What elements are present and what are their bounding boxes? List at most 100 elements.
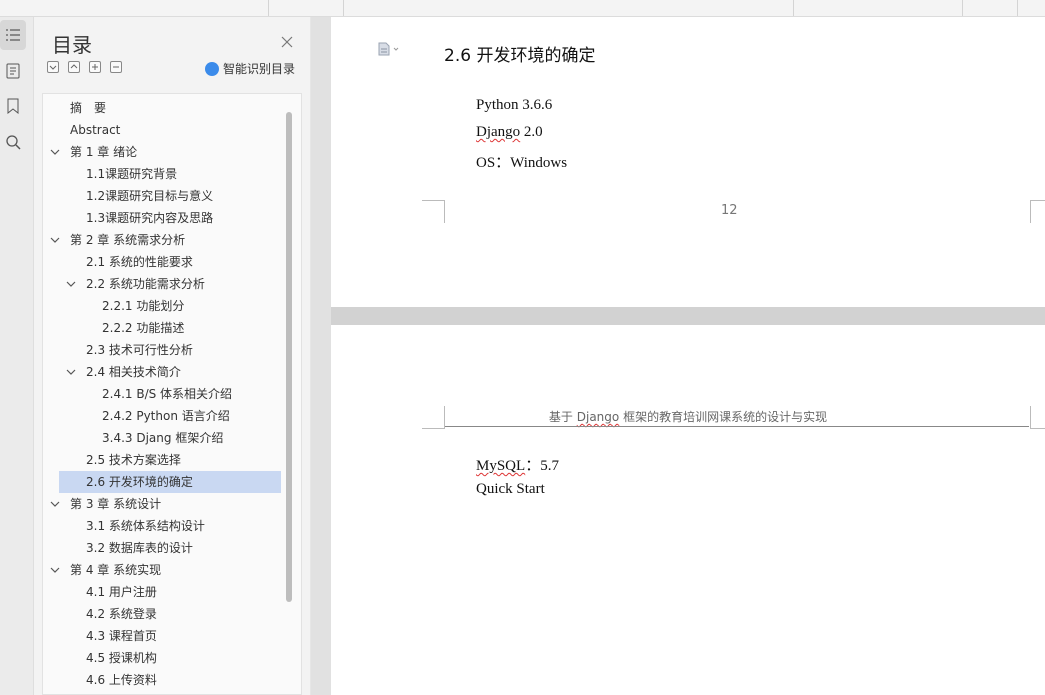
spelling-underline: Django [576, 410, 620, 424]
side-rail [0, 17, 34, 695]
toc-item-label: 1.3课题研究内容及思路 [86, 211, 214, 225]
section-heading: 2.6 开发环境的确定 [444, 46, 596, 66]
toc-item[interactable]: 4.1 用户注册 [43, 581, 281, 603]
toc-item-label: 4.5 授课机构 [86, 651, 157, 665]
toc-item[interactable]: 4.2 系统登录 [43, 603, 281, 625]
toc-item[interactable]: 第 3 章 系统设计 [43, 493, 281, 515]
toc-item[interactable]: 2.4.1 B/S 体系相关介绍 [43, 383, 281, 405]
toc-panel: 目录 智能识别目录 4.7 公开课 4.6 上传资料 4.5 授课机构 4.3 课程首… [34, 17, 310, 695]
toc-scrollbar[interactable] [283, 94, 295, 694]
toc-tools [47, 61, 122, 75]
page-icon [6, 63, 20, 79]
toc-item[interactable]: 4.3 课程首页 [43, 625, 281, 647]
chevron-down-icon [49, 65, 57, 70]
toc-item[interactable]: 1.2课题研究目标与意义 [43, 185, 281, 207]
collapse-all-button[interactable] [68, 61, 80, 73]
paragraph-menu-button[interactable] [377, 41, 403, 60]
corner-mark [422, 200, 445, 223]
toc-item[interactable]: 2.5 技术方案选择 [43, 449, 281, 471]
toc-item[interactable]: 2.2 系统功能需求分析 [43, 273, 281, 295]
page-number: 12 [721, 203, 738, 218]
toc-item[interactable]: 摘 要 [43, 97, 281, 119]
panel-title: 目录 [52, 33, 92, 57]
toc-item[interactable]: 2.1 系统的性能要求 [43, 251, 281, 273]
smart-recognize-button[interactable]: 智能识别目录 [205, 60, 295, 77]
body-line: Quick Start [476, 481, 545, 497]
toc-item[interactable]: 2.4 相关技术简介 [43, 361, 281, 383]
toolbar-divider [962, 0, 963, 16]
toc-tree: 4.7 公开课 4.6 上传资料 4.5 授课机构 4.3 课程首页 4.2 系统登录 4… [42, 93, 302, 695]
header-rule [444, 426, 1029, 427]
top-toolbar-strip [0, 0, 1045, 17]
toc-view-button[interactable] [0, 20, 26, 50]
body-line: OS：Windows [476, 155, 568, 171]
toc-item[interactable]: 2.6 开发环境的确定 [59, 471, 281, 493]
spelling-underline: MySQL [476, 458, 526, 474]
toc-item-label: 2.3 技术可行性分析 [86, 343, 193, 357]
toc-item[interactable]: 第 2 章 系统需求分析 [43, 229, 281, 251]
toc-item-label: 第 4 章 系统实现 [70, 563, 162, 577]
toc-item[interactable]: 第 1 章 绪论 [43, 141, 281, 163]
toc-item-label: 1.1课题研究背景 [86, 167, 178, 181]
remove-heading-button[interactable] [110, 61, 122, 73]
toc-item[interactable]: 4.7 公开课 [43, 691, 281, 694]
page-thumbnail-button[interactable] [0, 56, 26, 86]
toc-item-label: 第 1 章 绪论 [70, 145, 138, 159]
toc-item-label: 2.4.1 B/S 体系相关介绍 [102, 387, 233, 401]
smart-recognize-label: 智能识别目录 [223, 62, 296, 76]
close-icon [281, 36, 293, 48]
toc-item-label: 3.4.3 Djang 框架介绍 [102, 431, 224, 445]
toolbar-divider [1017, 0, 1018, 16]
chevron-up-icon [70, 64, 78, 69]
toc-item-label: 2.4 相关技术简介 [86, 365, 181, 379]
toc-item-label: 2.2 系统功能需求分析 [86, 277, 205, 291]
find-button[interactable] [0, 127, 26, 157]
toc-item[interactable]: 3.4.3 Djang 框架介绍 [43, 427, 281, 449]
toc-item[interactable]: 1.1课题研究背景 [43, 163, 281, 185]
scroll-thumb[interactable] [286, 112, 292, 602]
expand-all-button[interactable] [47, 61, 59, 73]
chevron-down-icon[interactable] [50, 229, 60, 251]
toc-item-label: 1.2课题研究目标与意义 [86, 189, 214, 203]
toc-item[interactable]: 2.3 技术可行性分析 [43, 339, 281, 361]
toc-item[interactable]: 4.5 授课机构 [43, 647, 281, 669]
document-page[interactable]: 2.6 开发环境的确定 Python 3.6.6 Django 2.0 OS：W… [331, 17, 1045, 307]
toc-item[interactable]: 3.1 系统体系结构设计 [43, 515, 281, 537]
corner-mark [422, 406, 445, 429]
toc-item-label: 3.2 数据库表的设计 [86, 541, 193, 555]
toolbar-divider [793, 0, 794, 16]
close-panel-button[interactable] [278, 33, 296, 51]
toc-item-label: 第 2 章 系统需求分析 [70, 233, 186, 247]
chevron-down-icon[interactable] [50, 493, 60, 515]
chevron-down-icon[interactable] [66, 361, 76, 383]
body-line: MySQL：5.7 [476, 458, 559, 474]
bookmark-button[interactable] [0, 91, 26, 121]
add-heading-button[interactable] [89, 61, 101, 73]
toc-item[interactable]: 第 4 章 系统实现 [43, 559, 281, 581]
toolbar-divider [268, 0, 269, 16]
chevron-down-icon[interactable] [66, 273, 76, 295]
body-line: Python 3.6.6 [476, 97, 553, 113]
search-icon [6, 135, 21, 150]
toc-item-label: 2.2.2 功能描述 [102, 321, 185, 335]
toc-item-label: 4.6 上传资料 [86, 673, 157, 687]
toc-item[interactable]: 4.6 上传资料 [43, 669, 281, 691]
toc-item[interactable]: 2.2.1 功能划分 [43, 295, 281, 317]
toc-item[interactable]: 3.2 数据库表的设计 [43, 537, 281, 559]
body-line: Django 2.0 [476, 124, 543, 140]
toc-item-label: 2.2.1 功能划分 [102, 299, 185, 313]
toc-item[interactable]: Abstract [43, 119, 281, 141]
toc-item-label: 第 3 章 系统设计 [70, 497, 162, 511]
corner-mark [1030, 200, 1045, 223]
chevron-down-icon[interactable] [50, 141, 60, 163]
toc-item[interactable]: 2.4.2 Python 语言介绍 [43, 405, 281, 427]
document-area[interactable]: 2.6 开发环境的确定 Python 3.6.6 Django 2.0 OS：W… [311, 17, 1045, 695]
toc-item[interactable]: 2.2.2 功能描述 [43, 317, 281, 339]
chevron-down-icon[interactable] [50, 559, 60, 581]
toc-item-label: 4.2 系统登录 [86, 607, 157, 621]
plus-icon [92, 64, 98, 70]
document-page[interactable]: 基于 Django 框架的教育培训网课系统的设计与实现 MySQL：5.7 Qu… [331, 325, 1045, 695]
toc-item[interactable]: 1.3课题研究内容及思路 [43, 207, 281, 229]
toc-item-label: Abstract [70, 123, 121, 137]
toolbar-divider [343, 0, 344, 16]
